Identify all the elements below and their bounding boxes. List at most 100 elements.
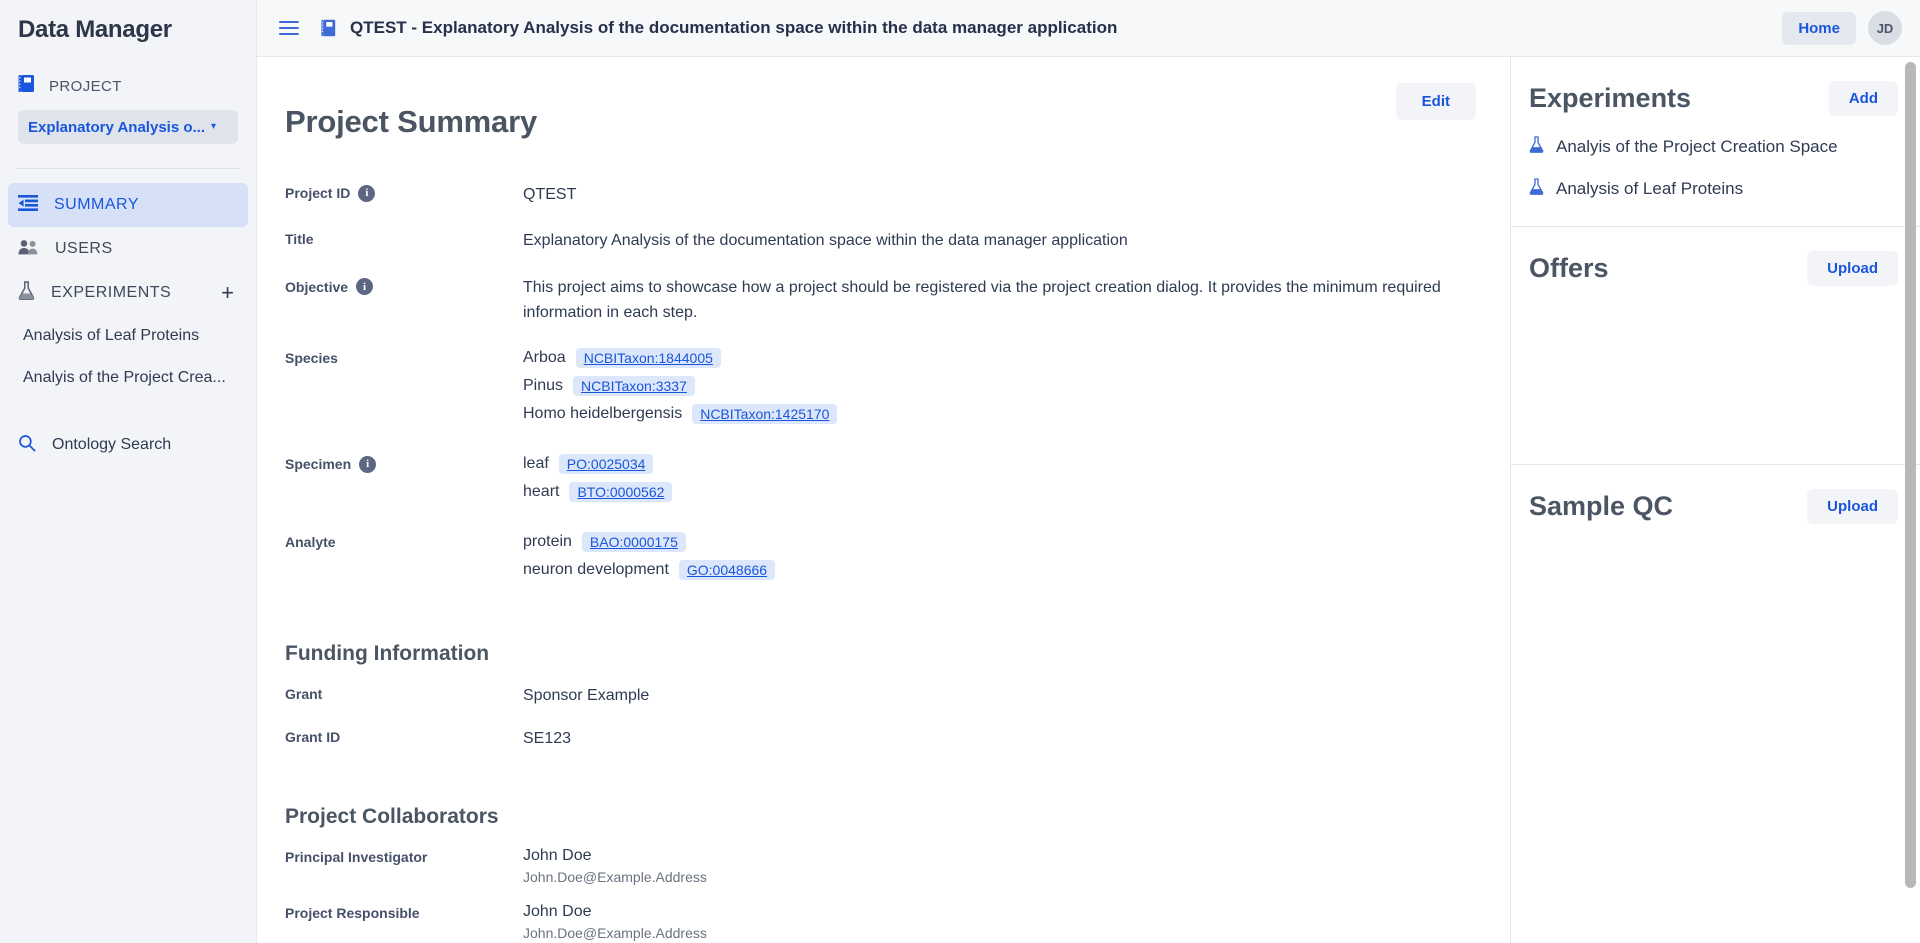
ontology-term-link[interactable]: NCBITaxon:3337 xyxy=(573,375,695,396)
users-icon xyxy=(18,239,39,260)
flask-icon xyxy=(1529,136,1544,158)
sidebar-item-experiments[interactable]: EXPERIMENTS + xyxy=(8,271,248,315)
chevron-down-icon: ▾ xyxy=(211,121,217,132)
field-label: Grant ID xyxy=(285,727,523,745)
sidebar-experiment-link[interactable]: Analysis of Leaf Proteins xyxy=(0,315,256,357)
field-value: This project aims to showcase how a proj… xyxy=(523,279,1441,321)
collaborator-email: John.Doe@Example.Address xyxy=(523,869,707,886)
term-name: neuron development xyxy=(523,560,669,578)
sidebar-experiment-link[interactable]: Analyis of the Project Crea... xyxy=(0,357,256,399)
sample-qc-card-title: Sample QC xyxy=(1529,491,1674,521)
home-button[interactable]: Home xyxy=(1782,11,1856,45)
term-name: heart xyxy=(523,482,560,500)
field-label-text: Principal Investigator xyxy=(285,849,428,866)
field-label: Grant xyxy=(285,684,523,702)
field-label-text: Species xyxy=(285,349,338,366)
page-title-breadcrumb: QTEST - Explanatory Analysis of the docu… xyxy=(350,18,1118,37)
term-row: Arboa NCBITaxon:1844005 xyxy=(523,347,837,368)
term-name: Homo heidelbergensis xyxy=(523,404,683,422)
term-name: Pinus xyxy=(523,376,564,394)
term-name: leaf xyxy=(523,454,549,472)
sidebar-item-users[interactable]: USERS xyxy=(8,227,248,271)
species-term-list: Arboa NCBITaxon:1844005 Pinus NCBITaxon:… xyxy=(523,347,838,432)
term-row: Homo heidelbergensis NCBITaxon:1425170 xyxy=(523,403,838,424)
info-icon[interactable]: i xyxy=(358,184,376,202)
hamburger-menu-icon[interactable] xyxy=(279,21,299,35)
field-label: Title xyxy=(285,229,523,247)
collaborator-name: John Doe xyxy=(523,903,592,921)
sidebar-item-summary[interactable]: SUMMARY xyxy=(8,183,248,227)
edit-button[interactable]: Edit xyxy=(1395,83,1476,120)
term-row: leaf PO:0025034 xyxy=(523,453,672,474)
experiment-name: Analysis of Leaf Proteins xyxy=(1556,179,1744,198)
term-row: neuron development GO:0048666 xyxy=(523,559,776,580)
ontology-term-link[interactable]: NCBITaxon:1844005 xyxy=(575,347,721,368)
card-header: Experiments Add xyxy=(1529,81,1898,116)
field-label-text: Objective xyxy=(285,278,349,295)
content-header: Project Summary Edit xyxy=(285,83,1476,161)
field-grant: Grant Sponsor Example xyxy=(285,684,1476,709)
info-icon[interactable]: i xyxy=(359,455,377,473)
book-icon xyxy=(321,19,336,37)
sidebar-divider xyxy=(16,168,240,169)
field-value: SE123 xyxy=(523,729,572,747)
avatar[interactable]: JD xyxy=(1868,11,1902,45)
top-bar: QTEST - Explanatory Analysis of the docu… xyxy=(257,0,1920,57)
ontology-term-link[interactable]: BAO:0000175 xyxy=(581,531,686,552)
top-bar-actions: Home JD xyxy=(1782,11,1902,45)
field-project-id: Project ID i QTEST xyxy=(285,183,1476,208)
ontology-term-link[interactable]: BTO:0000562 xyxy=(569,481,673,502)
field-label: Principal Investigator xyxy=(285,847,523,865)
sidebar-item-summary-label: SUMMARY xyxy=(54,196,139,213)
field-label: Species xyxy=(285,348,523,366)
project-selector-value: Explanatory Analysis o... xyxy=(28,118,206,136)
field-label: Project ID i xyxy=(285,183,523,202)
field-label: Objective i xyxy=(285,276,523,296)
experiment-list-item[interactable]: Analyis of the Project Creation Space xyxy=(1529,136,1898,158)
info-icon[interactable]: i xyxy=(356,278,374,296)
field-label-text: Specimen xyxy=(285,456,352,473)
project-summary-content: Project Summary Edit Project ID i QTEST … xyxy=(257,57,1510,943)
field-analyte: Analyte protein BAO:0000175 neuron devel… xyxy=(285,531,1476,588)
sidebar-project-header: PROJECT xyxy=(0,74,256,98)
right-rail: Experiments Add Analyis of the Project C… xyxy=(1510,57,1920,943)
scrollbar-thumb[interactable] xyxy=(1905,62,1916,888)
sidebar-item-users-label: USERS xyxy=(55,240,113,257)
page-title: Project Summary xyxy=(285,103,537,139)
field-value: Sponsor Example xyxy=(523,686,650,704)
section-title-collaborators: Project Collaborators xyxy=(285,805,499,829)
collaborator-row: Principal Investigator John Doe John.Doe… xyxy=(285,847,1476,885)
project-selector-dropdown[interactable]: Explanatory Analysis o... ▾ xyxy=(18,110,238,144)
add-experiment-button[interactable]: Add xyxy=(1828,81,1898,116)
offers-upload-button[interactable]: Upload xyxy=(1807,251,1898,286)
field-label-text: Grant xyxy=(285,685,323,702)
field-label: Specimen i xyxy=(285,454,523,473)
field-species: Species Arboa NCBITaxon:1844005 Pinus NC… xyxy=(285,347,1476,432)
flask-icon xyxy=(18,281,35,305)
sidebar-item-ontology-search[interactable]: Ontology Search xyxy=(8,423,248,467)
flask-icon xyxy=(1529,178,1544,200)
ontology-term-link[interactable]: NCBITaxon:1425170 xyxy=(692,403,838,424)
field-specimen: Specimen i leaf PO:0025034 heart BTO:000… xyxy=(285,453,1476,510)
term-row: heart BTO:0000562 xyxy=(523,481,673,502)
sample-qc-card: Sample QC Upload xyxy=(1511,465,1920,703)
field-label: Project Responsible xyxy=(285,903,523,921)
field-value: Explanatory Analysis of the documentatio… xyxy=(523,232,1128,250)
experiment-list-item[interactable]: Analysis of Leaf Proteins xyxy=(1529,178,1898,200)
plus-icon[interactable]: + xyxy=(221,282,234,304)
collaborator-details: John Doe John.Doe@Example.Address xyxy=(523,903,707,941)
sample-qc-upload-button[interactable]: Upload xyxy=(1807,489,1898,524)
field-title: Title Explanatory Analysis of the docume… xyxy=(285,229,1476,254)
field-label-text: Analyte xyxy=(285,533,336,550)
experiment-name: Analyis of the Project Creation Space xyxy=(1556,137,1838,156)
main-region: QTEST - Explanatory Analysis of the docu… xyxy=(256,0,1920,943)
application-root: Data Manager PROJECT Explanatory Analysi… xyxy=(0,0,1920,943)
summary-list-icon xyxy=(18,194,38,216)
section-title-funding: Funding Information xyxy=(285,641,490,665)
field-objective: Objective i This project aims to showcas… xyxy=(285,276,1476,326)
page-scrollbar[interactable] xyxy=(1905,62,1916,922)
sidebar-project-label: PROJECT xyxy=(49,77,122,95)
ontology-term-link[interactable]: PO:0025034 xyxy=(558,453,654,474)
term-row: Pinus NCBITaxon:3337 xyxy=(523,375,837,396)
ontology-term-link[interactable]: GO:0048666 xyxy=(678,559,776,580)
